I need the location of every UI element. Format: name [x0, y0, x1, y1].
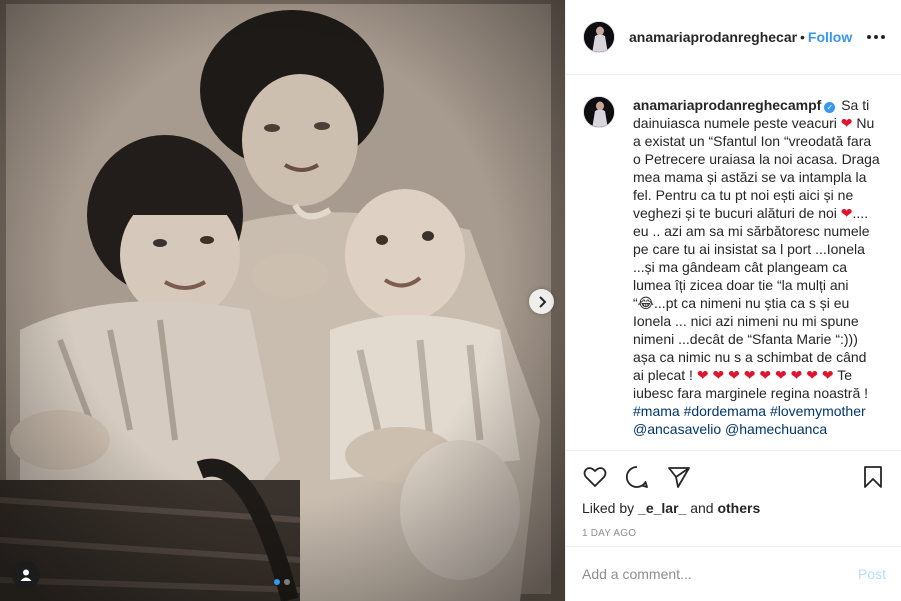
caption: anamariaprodanreghecampf ✓ Sa ti dainuias…	[583, 96, 886, 438]
caption-avatar[interactable]	[583, 96, 615, 128]
chevron-right-icon	[537, 295, 547, 308]
header-separator: •	[800, 29, 805, 45]
comment-bubble-icon[interactable]	[624, 464, 650, 490]
post-header: anamariaprodanreghecam • Follow	[566, 0, 901, 75]
heart-emoji: ❤	[712, 367, 725, 383]
heart-emoji: ❤	[743, 367, 756, 383]
likes-others-link[interactable]: others	[717, 500, 760, 516]
hashtag-link[interactable]: #lovemymother	[770, 403, 866, 419]
post-timestamp[interactable]: 1 DAY AGO	[582, 528, 886, 539]
likes-summary: Liked by _e_lar_ and others	[582, 500, 886, 516]
heart-emoji: ❤	[840, 205, 853, 221]
carousel-dot	[284, 579, 290, 585]
carousel-dot-active	[274, 579, 280, 585]
follow-button[interactable]: Follow	[808, 29, 852, 45]
caption-scroll-area[interactable]: anamariaprodanreghecampf ✓ Sa ti dainuias…	[566, 76, 901, 450]
paper-plane-icon[interactable]	[666, 464, 692, 490]
more-options-icon[interactable]	[867, 35, 885, 39]
post-actions: Liked by _e_lar_ and others 1 DAY AGO	[566, 450, 901, 539]
post-details-panel: anamariaprodanreghecam • Follow anamaria…	[565, 0, 901, 601]
avatar[interactable]	[583, 21, 615, 53]
heart-emoji: ❤	[759, 367, 772, 383]
liked-by-user[interactable]: _e_lar_	[638, 500, 686, 516]
post-comment-button[interactable]: Post	[858, 566, 886, 582]
vintage-family-photo	[0, 0, 565, 601]
caption-text: anamariaprodanreghecampf ✓ Sa ti dainuias…	[633, 96, 881, 438]
likes-and: and	[690, 500, 714, 516]
heart-emoji: ❤	[840, 115, 853, 131]
post-photo[interactable]	[0, 0, 565, 601]
action-icons	[582, 451, 886, 503]
verified-badge-icon: ✓	[824, 102, 836, 113]
next-photo-button[interactable]	[529, 289, 554, 314]
heart-outline-icon[interactable]	[582, 464, 608, 490]
carousel-indicator	[274, 579, 290, 585]
heart-emoji: ❤	[696, 367, 709, 383]
heart-emoji: ❤	[821, 367, 834, 383]
caption-username[interactable]: anamariaprodanreghecampf	[633, 97, 821, 113]
heart-emoji: ❤	[728, 367, 740, 383]
heart-emoji: ❤	[774, 367, 787, 383]
hashtag-links[interactable]: #mama #dordemama	[633, 403, 766, 419]
heart-emoji: ❤	[790, 367, 803, 383]
heart-emoji: ❤	[806, 367, 818, 383]
comment-input[interactable]	[582, 566, 858, 582]
laugh-emoji: 😂	[637, 295, 655, 311]
mention-link[interactable]: @ancasavelio	[633, 421, 721, 437]
likes-prefix: Liked by	[582, 500, 635, 516]
bookmark-icon[interactable]	[860, 464, 886, 490]
user-tag-icon	[19, 568, 33, 582]
comment-form: Post	[566, 546, 901, 601]
user-tags-button[interactable]	[12, 561, 40, 589]
mention-link[interactable]: @hamechuanca	[725, 421, 827, 437]
header-username[interactable]: anamariaprodanreghecam	[629, 29, 797, 45]
